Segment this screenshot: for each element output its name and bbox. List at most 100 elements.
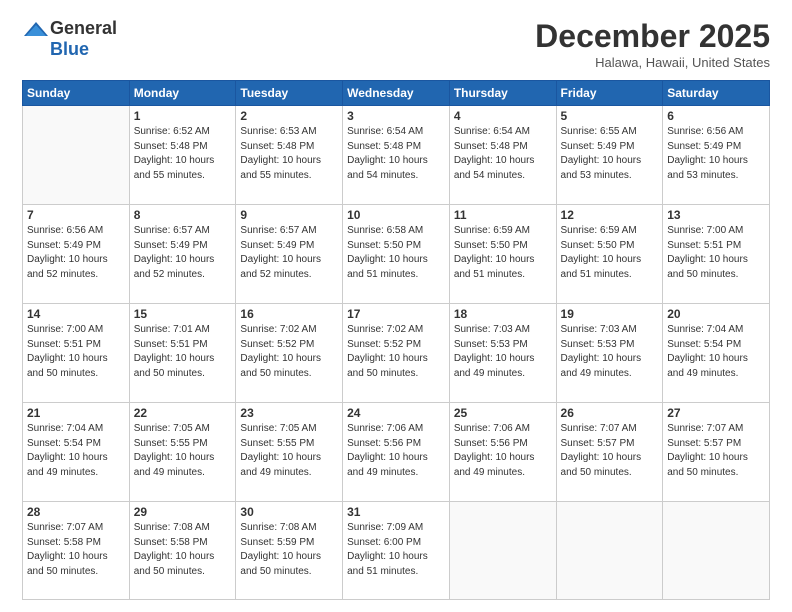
day-number: 1 (134, 109, 232, 123)
calendar-cell (663, 502, 770, 600)
calendar-cell: 12 Sunrise: 6:59 AM Sunset: 5:50 PM Dayli… (556, 205, 663, 304)
calendar-week-5: 28 Sunrise: 7:07 AM Sunset: 5:58 PM Dayli… (23, 502, 770, 600)
day-number: 19 (561, 307, 659, 321)
cell-info: Sunrise: 7:07 AM Sunset: 5:57 PM Dayligh… (561, 422, 659, 480)
calendar-cell (23, 106, 130, 205)
day-number: 24 (347, 406, 445, 420)
day-number: 27 (667, 406, 765, 420)
calendar-cell: 24Sunrise: 7:06 AM Sunset: 5:56 PM Dayli… (343, 403, 450, 502)
calendar-cell: 28 Sunrise: 7:07 AM Sunset: 5:58 PM Dayli… (23, 502, 130, 600)
cell-info: Sunrise: 7:09 AM Sunset: 6:00 PM Dayligh… (347, 521, 445, 579)
logo-icon (22, 20, 50, 38)
day-number: 14 (27, 307, 125, 321)
cell-info: Sunrise: 7:08 AM Sunset: 5:58 PM Dayligh… (134, 521, 232, 579)
calendar-cell: 13Sunrise: 7:00 AM Sunset: 5:51 PM Dayli… (663, 205, 770, 304)
calendar-cell: 2 Sunrise: 6:53 AM Sunset: 5:48 PM Daylig… (236, 106, 343, 205)
calendar-week-4: 21Sunrise: 7:04 AM Sunset: 5:54 PM Dayli… (23, 403, 770, 502)
day-number: 26 (561, 406, 659, 420)
day-number: 2 (240, 109, 338, 123)
day-number: 7 (27, 208, 125, 222)
calendar-week-1: 1 Sunrise: 6:52 AM Sunset: 5:48 PM Daylig… (23, 106, 770, 205)
calendar-cell: 16 Sunrise: 7:02 AM Sunset: 5:52 PM Dayli… (236, 304, 343, 403)
calendar-cell: 5Sunrise: 6:55 AM Sunset: 5:49 PM Daylig… (556, 106, 663, 205)
calendar-week-2: 7Sunrise: 6:56 AM Sunset: 5:49 PM Daylig… (23, 205, 770, 304)
cell-info: Sunrise: 7:02 AM Sunset: 5:52 PM Dayligh… (347, 323, 445, 381)
cell-info: Sunrise: 7:05 AM Sunset: 5:55 PM Dayligh… (240, 422, 338, 480)
calendar-cell: 25 Sunrise: 7:06 AM Sunset: 5:56 PM Dayli… (449, 403, 556, 502)
cell-info: Sunrise: 6:57 AM Sunset: 5:49 PM Dayligh… (134, 224, 232, 282)
cell-info: Sunrise: 6:58 AM Sunset: 5:50 PM Dayligh… (347, 224, 445, 282)
calendar-cell: 6 Sunrise: 6:56 AM Sunset: 5:49 PM Daylig… (663, 106, 770, 205)
calendar-cell: 20Sunrise: 7:04 AM Sunset: 5:54 PM Dayli… (663, 304, 770, 403)
calendar-cell: 8 Sunrise: 6:57 AM Sunset: 5:49 PM Daylig… (129, 205, 236, 304)
cell-info: Sunrise: 6:55 AM Sunset: 5:49 PM Dayligh… (561, 125, 659, 183)
day-number: 17 (347, 307, 445, 321)
cell-info: Sunrise: 7:08 AM Sunset: 5:59 PM Dayligh… (240, 521, 338, 579)
calendar-cell: 18Sunrise: 7:03 AM Sunset: 5:53 PM Dayli… (449, 304, 556, 403)
cell-info: Sunrise: 7:07 AM Sunset: 5:58 PM Dayligh… (27, 521, 125, 579)
calendar-cell: 26 Sunrise: 7:07 AM Sunset: 5:57 PM Dayli… (556, 403, 663, 502)
day-number: 18 (454, 307, 552, 321)
location: Halawa, Hawaii, United States (535, 55, 770, 70)
calendar-cell: 14 Sunrise: 7:00 AM Sunset: 5:51 PM Dayli… (23, 304, 130, 403)
calendar-cell: 11Sunrise: 6:59 AM Sunset: 5:50 PM Dayli… (449, 205, 556, 304)
day-number: 28 (27, 505, 125, 519)
calendar-header-row: SundayMondayTuesdayWednesdayThursdayFrid… (23, 81, 770, 106)
header: General Blue December 2025 Halawa, Hawai… (22, 18, 770, 70)
cell-info: Sunrise: 6:59 AM Sunset: 5:50 PM Dayligh… (561, 224, 659, 282)
cell-info: Sunrise: 7:02 AM Sunset: 5:52 PM Dayligh… (240, 323, 338, 381)
calendar-cell: 9 Sunrise: 6:57 AM Sunset: 5:49 PM Daylig… (236, 205, 343, 304)
calendar-cell: 4Sunrise: 6:54 AM Sunset: 5:48 PM Daylig… (449, 106, 556, 205)
day-number: 10 (347, 208, 445, 222)
calendar-cell: 19 Sunrise: 7:03 AM Sunset: 5:53 PM Dayli… (556, 304, 663, 403)
day-number: 8 (134, 208, 232, 222)
day-number: 25 (454, 406, 552, 420)
day-number: 20 (667, 307, 765, 321)
cell-info: Sunrise: 6:54 AM Sunset: 5:48 PM Dayligh… (454, 125, 552, 183)
calendar-table: SundayMondayTuesdayWednesdayThursdayFrid… (22, 80, 770, 600)
calendar-week-3: 14 Sunrise: 7:00 AM Sunset: 5:51 PM Dayli… (23, 304, 770, 403)
day-number: 16 (240, 307, 338, 321)
day-number: 22 (134, 406, 232, 420)
day-number: 23 (240, 406, 338, 420)
logo-general: General (50, 18, 117, 39)
day-number: 12 (561, 208, 659, 222)
title-area: December 2025 Halawa, Hawaii, United Sta… (535, 18, 770, 70)
month-title: December 2025 (535, 18, 770, 55)
calendar-cell: 17 Sunrise: 7:02 AM Sunset: 5:52 PM Dayli… (343, 304, 450, 403)
weekday-header-friday: Friday (556, 81, 663, 106)
weekday-header-wednesday: Wednesday (343, 81, 450, 106)
day-number: 6 (667, 109, 765, 123)
cell-info: Sunrise: 7:00 AM Sunset: 5:51 PM Dayligh… (27, 323, 125, 381)
cell-info: Sunrise: 7:03 AM Sunset: 5:53 PM Dayligh… (561, 323, 659, 381)
calendar-cell: 7Sunrise: 6:56 AM Sunset: 5:49 PM Daylig… (23, 205, 130, 304)
weekday-header-thursday: Thursday (449, 81, 556, 106)
cell-info: Sunrise: 7:01 AM Sunset: 5:51 PM Dayligh… (134, 323, 232, 381)
calendar-cell: 15 Sunrise: 7:01 AM Sunset: 5:51 PM Dayli… (129, 304, 236, 403)
calendar-cell: 22 Sunrise: 7:05 AM Sunset: 5:55 PM Dayli… (129, 403, 236, 502)
calendar-cell: 3Sunrise: 6:54 AM Sunset: 5:48 PM Daylig… (343, 106, 450, 205)
weekday-header-tuesday: Tuesday (236, 81, 343, 106)
calendar-cell: 10 Sunrise: 6:58 AM Sunset: 5:50 PM Dayli… (343, 205, 450, 304)
cell-info: Sunrise: 6:53 AM Sunset: 5:48 PM Dayligh… (240, 125, 338, 183)
page: General Blue December 2025 Halawa, Hawai… (0, 0, 792, 612)
day-number: 3 (347, 109, 445, 123)
calendar-cell: 30 Sunrise: 7:08 AM Sunset: 5:59 PM Dayli… (236, 502, 343, 600)
calendar-cell: 27Sunrise: 7:07 AM Sunset: 5:57 PM Dayli… (663, 403, 770, 502)
cell-info: Sunrise: 7:06 AM Sunset: 5:56 PM Dayligh… (454, 422, 552, 480)
logo: General Blue (22, 18, 117, 60)
day-number: 21 (27, 406, 125, 420)
cell-info: Sunrise: 6:57 AM Sunset: 5:49 PM Dayligh… (240, 224, 338, 282)
calendar-cell (449, 502, 556, 600)
cell-info: Sunrise: 6:52 AM Sunset: 5:48 PM Dayligh… (134, 125, 232, 183)
calendar-cell: 1 Sunrise: 6:52 AM Sunset: 5:48 PM Daylig… (129, 106, 236, 205)
cell-info: Sunrise: 7:05 AM Sunset: 5:55 PM Dayligh… (134, 422, 232, 480)
day-number: 15 (134, 307, 232, 321)
day-number: 29 (134, 505, 232, 519)
day-number: 30 (240, 505, 338, 519)
day-number: 9 (240, 208, 338, 222)
calendar-cell: 21Sunrise: 7:04 AM Sunset: 5:54 PM Dayli… (23, 403, 130, 502)
weekday-header-sunday: Sunday (23, 81, 130, 106)
cell-info: Sunrise: 6:59 AM Sunset: 5:50 PM Dayligh… (454, 224, 552, 282)
cell-info: Sunrise: 6:56 AM Sunset: 5:49 PM Dayligh… (667, 125, 765, 183)
